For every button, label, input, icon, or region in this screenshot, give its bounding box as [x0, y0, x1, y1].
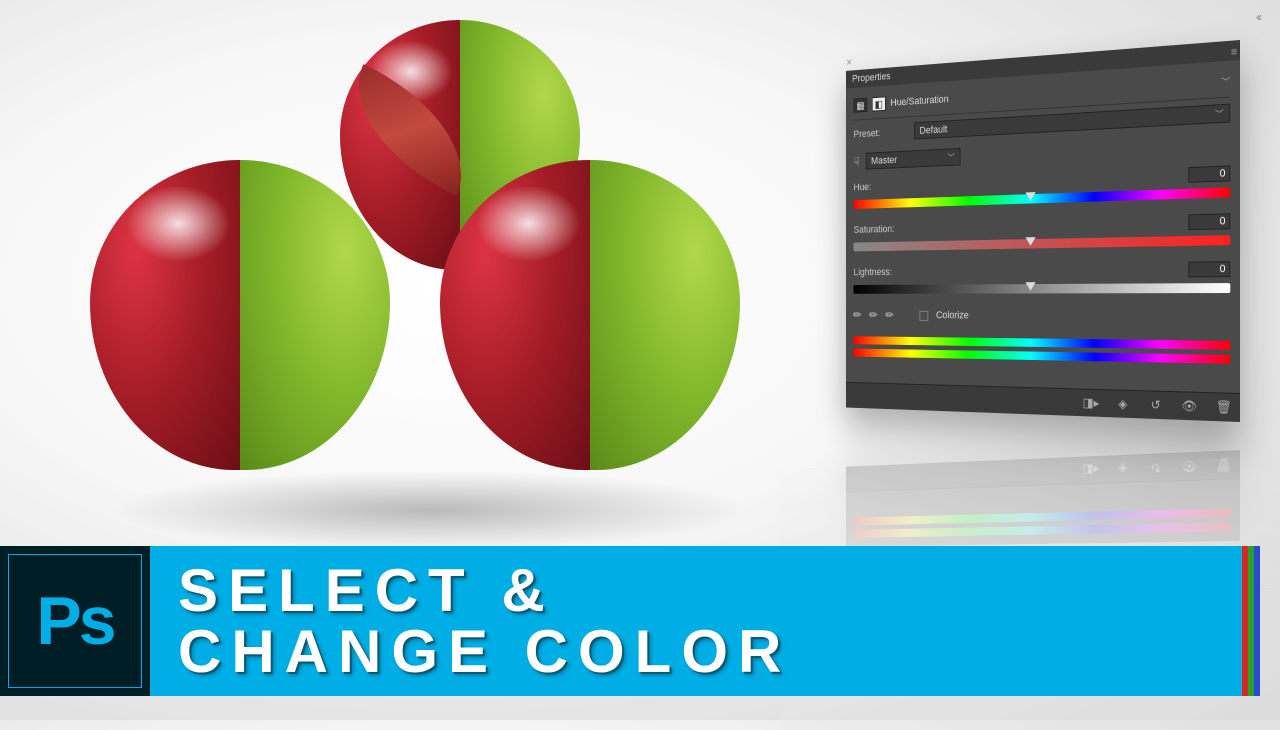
slider-thumb[interactable]	[1025, 282, 1035, 290]
chevron-down-icon: ﹀	[947, 151, 954, 163]
panel-title: Properties	[852, 71, 890, 85]
collapse-chevrons-icon[interactable]: ‹‹	[1256, 10, 1260, 24]
preset-label: Preset:	[854, 126, 908, 140]
color-range-bars	[854, 331, 1231, 383]
photoshop-logo: Ps	[0, 546, 150, 696]
saturation-value-input[interactable]: 0	[1188, 213, 1230, 230]
channel-select[interactable]: Master ﹀	[866, 148, 961, 170]
colorize-label: Colorize	[936, 310, 969, 321]
logo-text: Ps	[36, 582, 113, 660]
view-previous-icon[interactable]: ◈	[1115, 396, 1131, 412]
channel-value: Master	[871, 154, 897, 166]
saturation-slider[interactable]	[854, 235, 1231, 251]
adjustment-thumb-icon: ▦	[854, 98, 868, 113]
slider-thumb[interactable]	[1025, 237, 1035, 246]
colorize-checkbox[interactable]	[919, 310, 928, 320]
mask-thumb-icon: ◧	[872, 96, 886, 111]
adjustment-name: Hue/Saturation	[890, 94, 948, 109]
close-icon[interactable]: ✕	[846, 58, 852, 68]
preset-value: Default	[919, 124, 947, 136]
chevron-down-icon[interactable]: ﹀	[1222, 74, 1231, 88]
subject-image	[70, 30, 730, 530]
lightness-label: Lightness:	[854, 267, 908, 278]
title-banner: Ps SELECT & CHANGE COLOR	[0, 546, 1260, 696]
trash-icon[interactable]: 🗑	[1215, 399, 1232, 415]
rgb-stripes	[1242, 546, 1260, 696]
lightness-value-input[interactable]: 0	[1188, 261, 1230, 277]
hue-label: Hue:	[854, 180, 908, 193]
eyedropper-subtract-icon[interactable]: ✎	[882, 307, 897, 324]
reset-icon[interactable]: ↺	[1147, 397, 1164, 413]
title-line-2: CHANGE COLOR	[178, 621, 1242, 682]
eyedropper-icon[interactable]: ✎	[850, 307, 864, 324]
slider-thumb[interactable]	[1025, 192, 1035, 201]
targeted-adjust-icon[interactable]: ☟	[854, 154, 860, 168]
title-line-1: SELECT &	[178, 560, 1242, 621]
saturation-label: Saturation:	[854, 224, 908, 236]
lightness-slider[interactable]	[854, 283, 1231, 294]
visibility-icon[interactable]: 👁	[1181, 398, 1198, 414]
hue-value-input[interactable]: 0	[1188, 165, 1230, 182]
panel-menu-icon[interactable]: ≡	[1231, 46, 1234, 58]
properties-panel: ✕ Properties ≡ ▦ ◧ Hue/Saturation ﹀ Pres…	[846, 40, 1240, 422]
chevron-down-icon: ﹀	[1215, 107, 1224, 120]
clip-to-layer-icon[interactable]: ◨▸	[1083, 395, 1099, 411]
eyedropper-add-icon[interactable]: ✎	[866, 307, 881, 324]
